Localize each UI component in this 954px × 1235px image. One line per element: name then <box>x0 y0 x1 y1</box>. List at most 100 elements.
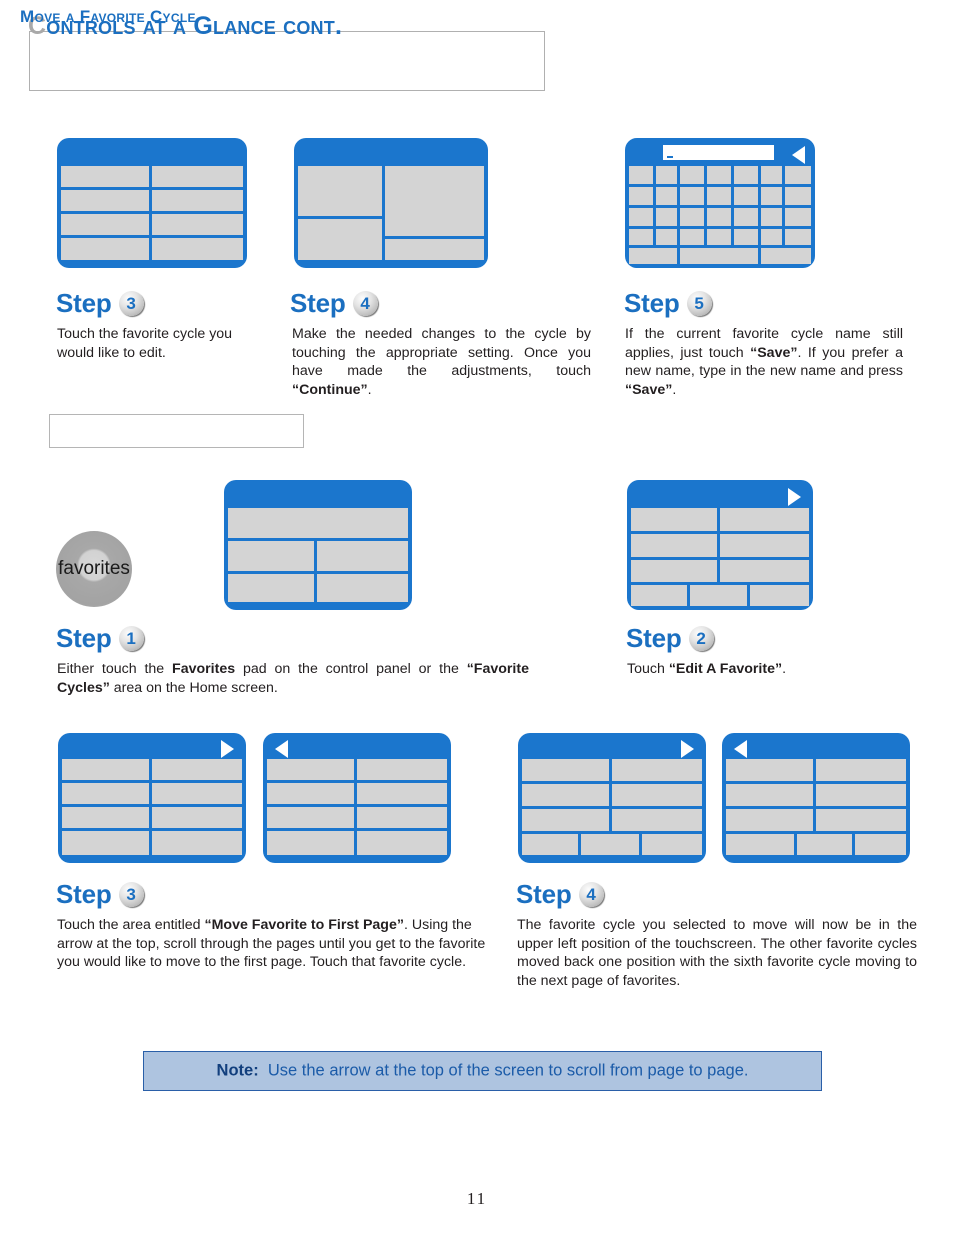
scroll-right-arrow-icon[interactable] <box>788 488 801 506</box>
key[interactable] <box>761 229 782 245</box>
key[interactable] <box>707 187 731 205</box>
screen-cell[interactable] <box>522 784 609 806</box>
key[interactable] <box>761 187 782 205</box>
key-wide[interactable] <box>629 248 677 264</box>
screen-cell[interactable] <box>62 831 149 855</box>
screen-cell[interactable] <box>581 834 639 855</box>
key[interactable] <box>629 229 653 245</box>
screen-cell[interactable] <box>317 541 408 571</box>
key[interactable] <box>680 166 704 184</box>
screen-cell[interactable] <box>816 809 906 831</box>
screen-cell[interactable] <box>750 585 809 606</box>
cycle-settings-screen[interactable] <box>294 138 488 268</box>
favorites-pad-button[interactable]: favorites <box>56 531 132 607</box>
screen-cell[interactable] <box>298 166 382 216</box>
scroll-right-arrow-icon[interactable] <box>681 740 694 758</box>
screen-cell[interactable] <box>720 534 809 557</box>
screen-cell[interactable] <box>61 238 149 260</box>
key[interactable] <box>656 229 677 245</box>
screen-cell[interactable] <box>726 809 813 831</box>
screen-cell[interactable] <box>152 831 242 855</box>
key[interactable] <box>734 187 758 205</box>
screen-cell[interactable] <box>228 541 314 571</box>
key-wide[interactable] <box>761 248 811 264</box>
key[interactable] <box>734 229 758 245</box>
key[interactable] <box>656 187 677 205</box>
screen-cell[interactable] <box>61 166 149 187</box>
screen-cell[interactable] <box>855 834 906 855</box>
favorites-reordered-page-two-screen[interactable] <box>722 733 910 863</box>
screen-cell[interactable] <box>726 784 813 806</box>
screen-cell[interactable] <box>357 807 447 828</box>
key[interactable] <box>656 166 677 184</box>
key[interactable] <box>707 208 731 226</box>
screen-cell[interactable] <box>152 783 242 804</box>
screen-cell[interactable] <box>385 239 484 260</box>
favorites-page-two-screen[interactable] <box>263 733 451 863</box>
screen-cell[interactable] <box>61 190 149 211</box>
screen-cell[interactable] <box>357 783 447 804</box>
cycle-name-input[interactable] <box>663 145 774 160</box>
favorites-page-one-screen[interactable] <box>58 733 246 863</box>
key[interactable] <box>680 229 704 245</box>
screen-cell[interactable] <box>298 219 382 260</box>
screen-cell[interactable] <box>631 560 717 582</box>
favorite-cycle-list-screen[interactable] <box>57 138 247 268</box>
screen-cell[interactable] <box>62 759 149 780</box>
screen-cell[interactable] <box>152 238 243 260</box>
screen-cell[interactable] <box>720 508 809 531</box>
screen-cell[interactable] <box>522 834 578 855</box>
screen-cell[interactable] <box>152 190 243 211</box>
key[interactable] <box>785 229 811 245</box>
screen-cell[interactable] <box>385 166 484 236</box>
favorites-menu-screen[interactable] <box>627 480 813 610</box>
screen-cell[interactable] <box>228 574 314 602</box>
screen-cell[interactable] <box>816 784 906 806</box>
key[interactable] <box>707 166 731 184</box>
screen-cell[interactable] <box>720 560 809 582</box>
screen-cell[interactable] <box>152 166 243 187</box>
screen-cell[interactable] <box>152 759 242 780</box>
screen-cell[interactable] <box>631 534 717 557</box>
screen-cell[interactable] <box>357 831 447 855</box>
screen-cell[interactable] <box>522 809 609 831</box>
key[interactable] <box>680 187 704 205</box>
key[interactable] <box>629 208 653 226</box>
screen-cell[interactable] <box>522 759 609 781</box>
screen-cell[interactable] <box>62 807 149 828</box>
screen-cell[interactable] <box>612 809 702 831</box>
screen-cell[interactable] <box>357 759 447 780</box>
key[interactable] <box>785 187 811 205</box>
screen-cell[interactable] <box>612 784 702 806</box>
key[interactable] <box>761 208 782 226</box>
screen-cell[interactable] <box>612 759 702 781</box>
favorites-reordered-page-one-screen[interactable] <box>518 733 706 863</box>
screen-cell[interactable] <box>267 759 354 780</box>
screen-cell[interactable] <box>267 831 354 855</box>
screen-cell[interactable] <box>726 834 794 855</box>
key[interactable] <box>734 166 758 184</box>
scroll-left-arrow-icon[interactable] <box>734 740 747 758</box>
key[interactable] <box>629 166 653 184</box>
key[interactable] <box>629 187 653 205</box>
key[interactable] <box>734 208 758 226</box>
screen-cell-wide[interactable] <box>228 508 408 538</box>
screen-cell[interactable] <box>61 214 149 235</box>
screen-cell[interactable] <box>267 783 354 804</box>
screen-cell[interactable] <box>816 759 906 781</box>
screen-cell[interactable] <box>152 214 243 235</box>
key[interactable] <box>680 208 704 226</box>
key[interactable] <box>707 229 731 245</box>
keyboard-name-entry-screen[interactable] <box>625 138 815 268</box>
scroll-right-arrow-icon[interactable] <box>221 740 234 758</box>
screen-cell[interactable] <box>62 783 149 804</box>
screen-cell[interactable] <box>690 585 747 606</box>
key[interactable] <box>656 208 677 226</box>
screen-cell[interactable] <box>317 574 408 602</box>
home-screen[interactable] <box>224 480 412 610</box>
key-spacebar[interactable] <box>680 248 758 264</box>
screen-cell[interactable] <box>797 834 852 855</box>
screen-cell[interactable] <box>631 585 687 606</box>
scroll-left-arrow-icon[interactable] <box>792 146 805 164</box>
key[interactable] <box>761 166 782 184</box>
